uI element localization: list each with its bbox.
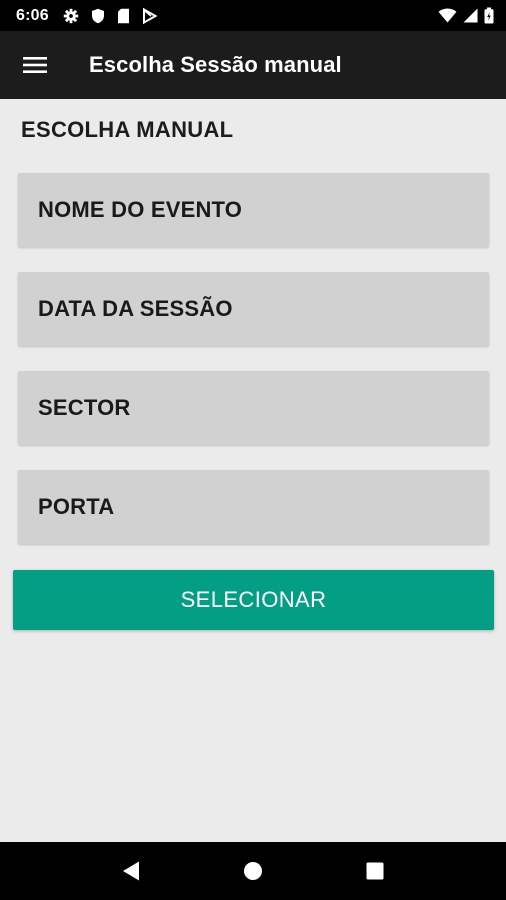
gate-field[interactable]: PORTA [18,470,489,544]
back-icon[interactable] [101,842,161,900]
play-store-icon [142,7,158,24]
select-button[interactable]: SELECIONAR [13,570,494,630]
session-date-field[interactable]: DATA DA SESSÃO [18,272,489,346]
battery-icon [484,7,494,24]
field-label: NOME DO EVENTO [38,197,243,222]
shield-icon [91,8,105,24]
sd-card-icon [117,8,130,24]
hamburger-menu-icon[interactable] [0,31,70,99]
field-label: DATA DA SESSÃO [38,296,233,321]
main-content: ESCOLHA MANUAL NOME DO EVENTO DATA DA SE… [0,99,506,842]
signal-icon [463,8,478,23]
status-left-icons [63,7,158,24]
field-label: SECTOR [38,395,131,420]
status-bar: 6:06 [0,0,506,31]
app-bar: Escolha Sessão manual [0,31,506,99]
section-title: ESCOLHA MANUAL [21,117,234,142]
home-icon[interactable] [223,842,283,900]
page-title: Escolha Sessão manual [89,52,342,77]
navigation-bar [0,842,506,900]
gear-icon [63,8,79,24]
status-right-icons [438,7,494,24]
recents-icon[interactable] [345,842,405,900]
status-time: 6:06 [16,6,49,24]
phone-screen: 6:06 Escolha Sessão manual ESCOLHA MANUA… [0,0,506,900]
field-label: PORTA [38,494,115,519]
sector-field[interactable]: SECTOR [18,371,489,445]
event-name-field[interactable]: NOME DO EVENTO [18,173,489,247]
wifi-icon [438,8,457,23]
